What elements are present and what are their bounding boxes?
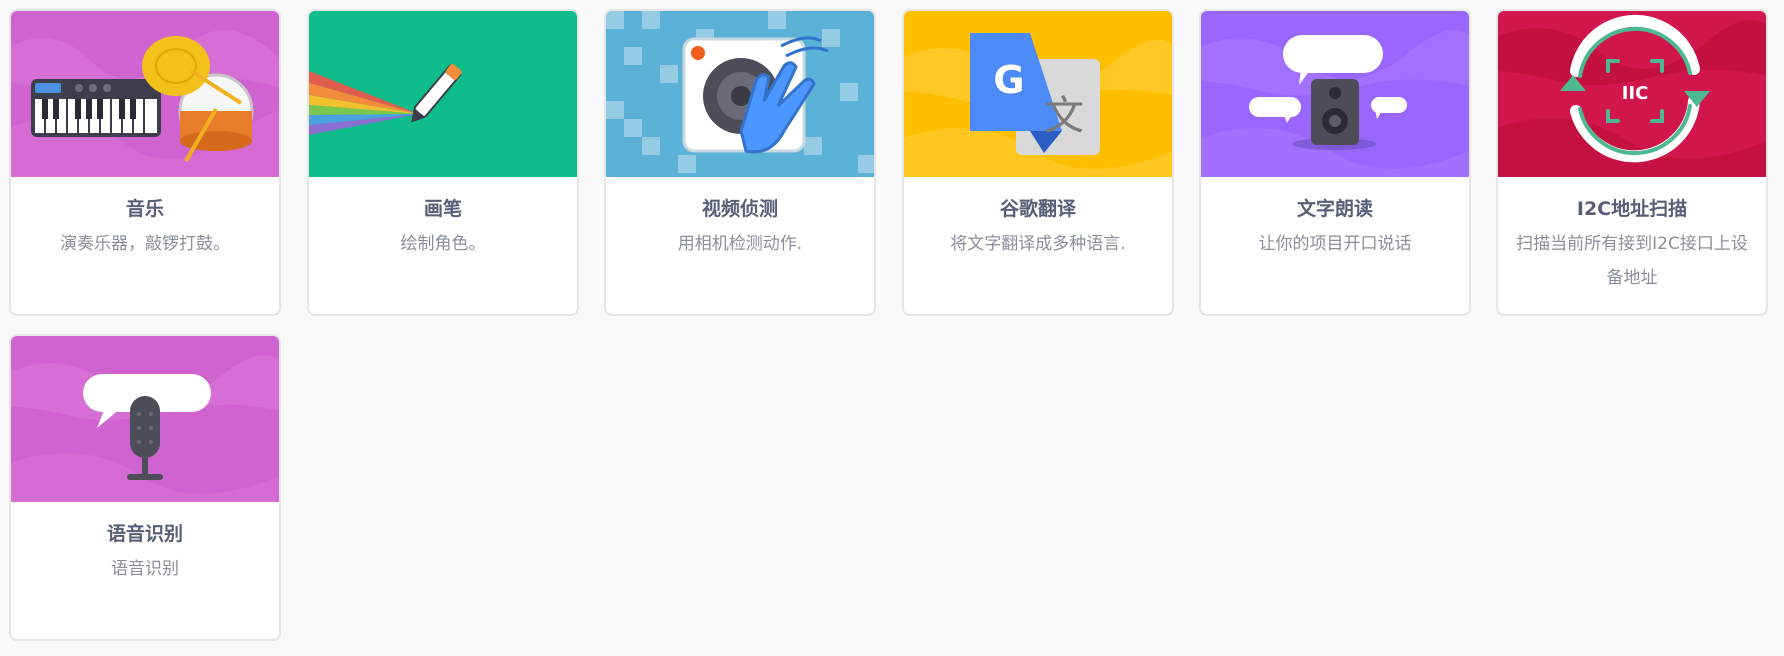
extension-title: 语音识别 <box>106 523 183 545</box>
extension-title: 视频侦测 <box>701 198 778 220</box>
extension-card-pen[interactable]: 画笔 绘制角色。 <box>307 9 579 316</box>
svg-text:IIC: IIC <box>1622 83 1649 104</box>
piano-keyboard-icon <box>31 79 161 137</box>
extension-card-speech[interactable]: 语音识别 语音识别 <box>9 334 281 641</box>
extension-title: I2C地址扫描 <box>1576 198 1688 220</box>
extension-title: 文字朗读 <box>1296 198 1373 220</box>
extension-banner-translate: G 文 <box>904 11 1172 177</box>
extension-banner-pen <box>309 11 577 177</box>
extension-banner-music <box>11 11 279 177</box>
extension-description: 语音识别 <box>111 559 179 579</box>
extension-description: 让你的项目开口说话 <box>1258 234 1412 254</box>
extension-banner-video <box>606 11 874 177</box>
extension-description: 扫描当前所有接到I2C接口上设备地址 <box>1516 234 1748 288</box>
extension-description: 用相机检测动作. <box>677 234 803 254</box>
svg-text:文: 文 <box>1044 93 1084 139</box>
extension-card-translate[interactable]: G 文 谷歌翻译 将文字翻译成多种语言. <box>902 9 1174 316</box>
extension-card-video[interactable]: 视频侦测 用相机检测动作. <box>604 9 876 316</box>
extension-card-i2c[interactable]: IIC I2C地址扫描 扫描当前所有接到I2C接口上设备地址 <box>1496 9 1768 316</box>
extension-title: 谷歌翻译 <box>999 198 1076 220</box>
extension-description: 将文字翻译成多种语言. <box>950 234 1126 254</box>
extension-card-tts[interactable]: 文字朗读 让你的项目开口说话 <box>1199 9 1471 316</box>
extension-description: 演奏乐器，敲锣打鼓。 <box>60 234 230 254</box>
extension-description: 绘制角色。 <box>400 234 486 254</box>
svg-text:G: G <box>993 58 1024 102</box>
extension-banner-speech <box>11 336 279 502</box>
extension-title: 画笔 <box>423 198 462 220</box>
extension-card-music[interactable]: 音乐 演奏乐器，敲锣打鼓。 <box>9 9 281 316</box>
extension-title: 音乐 <box>125 198 164 220</box>
extension-banner-i2c: IIC <box>1498 11 1766 177</box>
extension-library-grid: 音乐 演奏乐器，敲锣打鼓。 画笔 绘制角色。 视频侦测 用相机检测动作. G 文… <box>0 0 1784 656</box>
extension-banner-tts <box>1201 11 1469 177</box>
